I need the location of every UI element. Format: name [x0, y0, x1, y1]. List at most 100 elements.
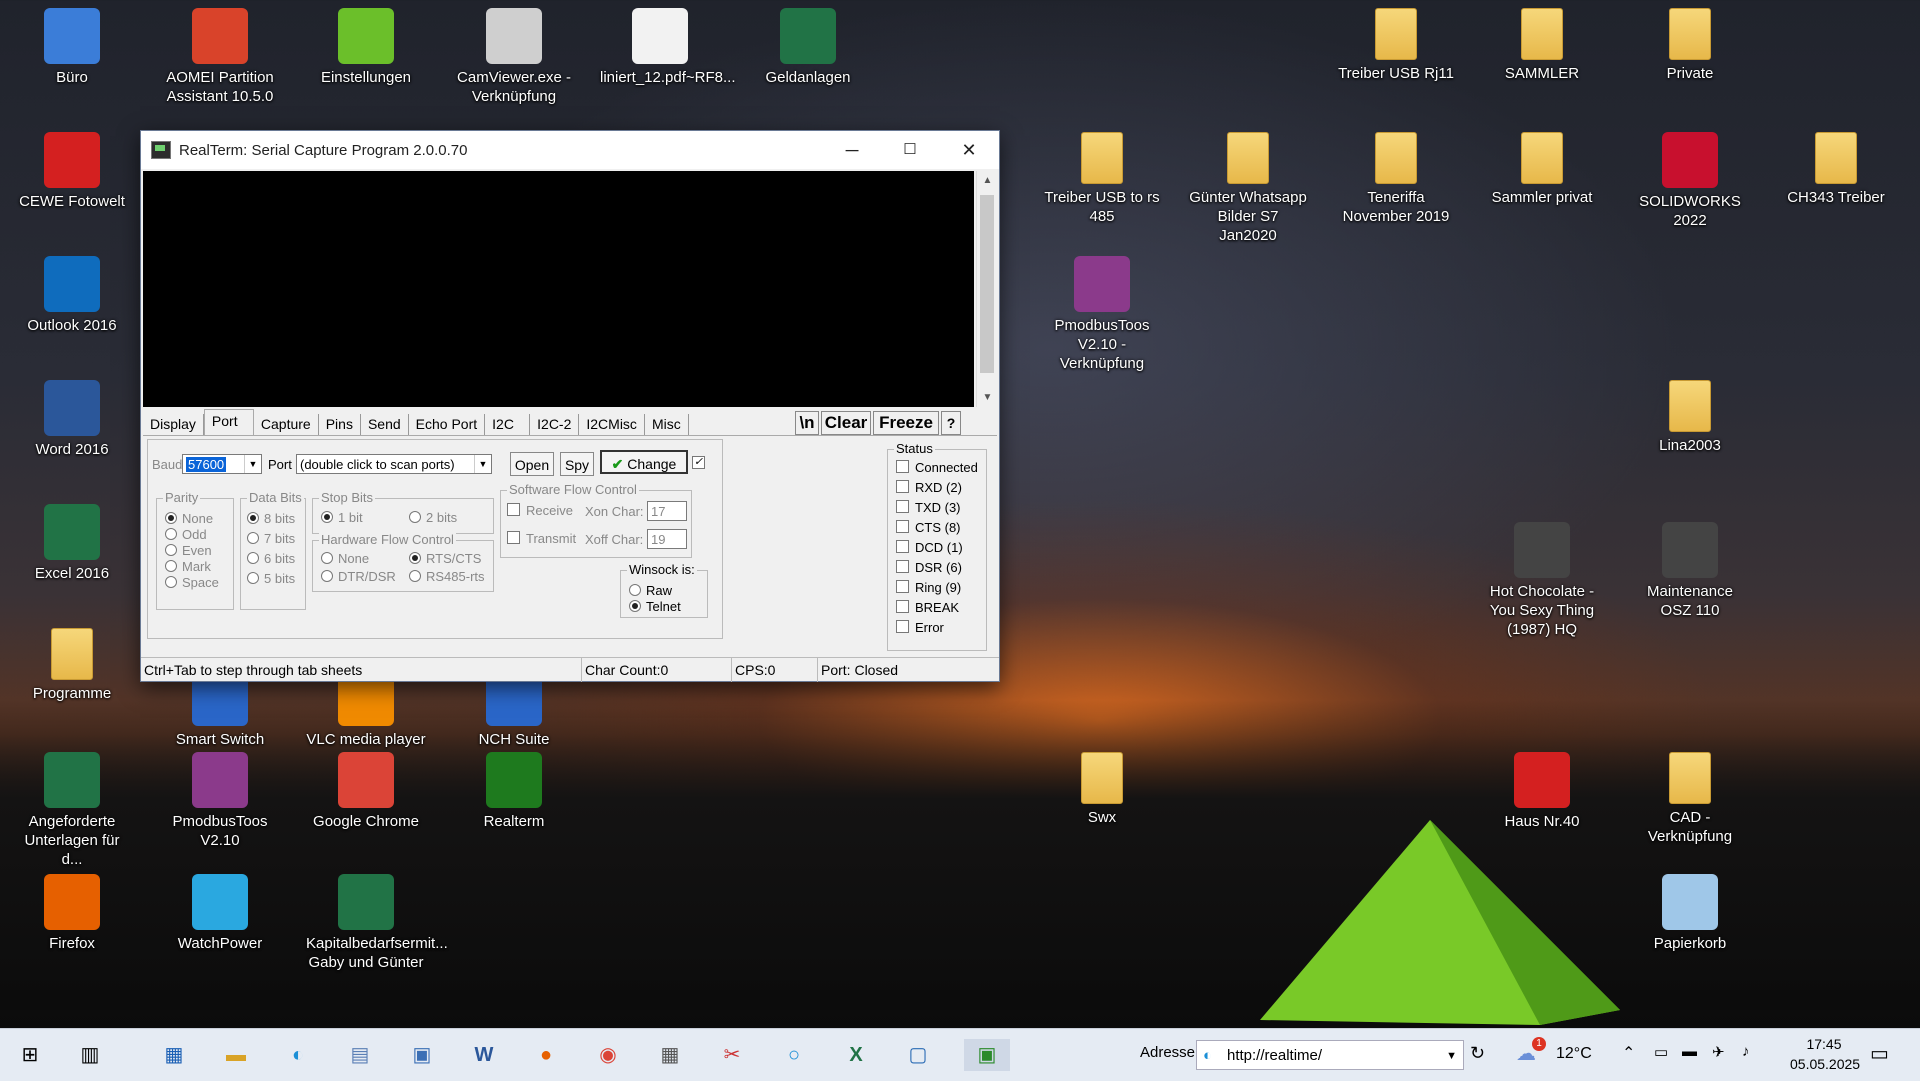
desktop-icon[interactable]: Google Chrome — [306, 752, 426, 831]
weather-temp[interactable]: 12°C — [1556, 1045, 1592, 1063]
tab-i2c[interactable]: I2C — [485, 414, 531, 435]
baud-combo[interactable]: 57600 ▼ — [182, 454, 262, 474]
desktop-icon[interactable]: Hot Chocolate - You Sexy Thing (1987) HQ — [1482, 522, 1602, 639]
desktop-icon[interactable]: CamViewer.exe - Verknüpfung — [454, 8, 574, 106]
desktop-icon[interactable]: Private — [1630, 8, 1750, 83]
stopbits-1-radio[interactable]: 1 bit — [321, 510, 363, 525]
realterm-taskbar-icon[interactable]: ▣ — [964, 1039, 1010, 1071]
window-app-icon[interactable]: ▢ — [902, 1039, 934, 1071]
tab-misc[interactable]: Misc — [645, 414, 689, 435]
change-checkbox[interactable]: ✓ — [692, 452, 711, 469]
battery-icon[interactable]: ▬ — [1682, 1043, 1697, 1060]
desktop-icon[interactable]: Haus Nr.40 — [1482, 752, 1602, 831]
excel-taskbar-icon[interactable]: X — [840, 1039, 872, 1071]
clock-time[interactable]: 17:45 — [1792, 1036, 1856, 1052]
desktop-icon[interactable]: Treiber USB to rs 485 — [1042, 132, 1162, 226]
databits-5-radio[interactable]: 5 bits — [247, 571, 295, 586]
tab-echo-port[interactable]: Echo Port — [409, 414, 486, 435]
xoff-input[interactable]: 19 — [647, 529, 687, 549]
chevron-down-icon[interactable]: ▼ — [474, 455, 491, 473]
winsock-raw-radio[interactable]: Raw — [629, 583, 672, 598]
receive-checkbox[interactable]: Receive — [507, 503, 573, 518]
databits-8-radio[interactable]: 8 bits — [247, 511, 295, 526]
desktop-icon[interactable]: Swx — [1042, 752, 1162, 827]
desktop-icon[interactable]: Sammler privat — [1482, 132, 1602, 207]
desktop-icon[interactable]: Büro — [12, 8, 132, 87]
databits-7-radio[interactable]: 7 bits — [247, 531, 295, 546]
desktop-icon[interactable]: Papierkorb — [1630, 874, 1750, 953]
tab-port[interactable]: Port — [203, 409, 254, 435]
tab-send[interactable]: Send — [361, 414, 409, 435]
stopbits-2-radio[interactable]: 2 bits — [409, 510, 457, 525]
desktop-icon[interactable]: Firefox — [12, 874, 132, 953]
close-button[interactable]: ✕ — [940, 131, 998, 169]
tab-i2c-2[interactable]: I2C-2 — [530, 414, 580, 435]
desktop-icon[interactable]: Treiber USB Rj11 — [1336, 8, 1456, 83]
address-input[interactable]: ◐ http://realtime/ ▼ — [1196, 1040, 1464, 1070]
desktop-icon[interactable]: CH343 Treiber — [1776, 132, 1896, 207]
volume-icon[interactable]: ♪ — [1742, 1043, 1750, 1060]
desktop-icon[interactable]: Günter Whatsapp Bilder S7 Jan2020 — [1188, 132, 1308, 245]
desktop-icon[interactable]: Geldanlagen — [748, 8, 868, 87]
freeze-button[interactable]: Freeze — [873, 411, 939, 435]
desktop-icon[interactable]: CAD - Verknüpfung — [1630, 752, 1750, 846]
tab-pins[interactable]: Pins — [319, 414, 361, 435]
desktop-icon[interactable]: Excel 2016 — [12, 504, 132, 583]
tab-i2cmisc[interactable]: I2CMisc — [579, 414, 645, 435]
chevron-down-icon[interactable]: ▼ — [1446, 1041, 1457, 1071]
snipping-tool-icon[interactable]: ✂ — [716, 1039, 748, 1071]
desktop-icon[interactable]: Kapitalbedarfsermit... Gaby und Günter — [306, 874, 448, 972]
word-taskbar-icon[interactable]: W — [468, 1039, 500, 1071]
spy-button[interactable]: Spy — [560, 452, 594, 476]
scroll-up-icon[interactable]: ▲ — [977, 175, 998, 186]
windows-start-icon[interactable]: ⊞ — [14, 1039, 46, 1071]
scroll-thumb[interactable] — [980, 195, 994, 373]
desktop-icon[interactable]: Realterm — [454, 752, 574, 831]
minimize-button[interactable]: ─ — [823, 131, 881, 169]
desktop-icon[interactable]: liniert_12.pdf~RF8... — [600, 8, 736, 87]
calculator-icon[interactable]: ▦ — [654, 1039, 686, 1071]
vertical-scrollbar[interactable]: ▲ ▼ — [976, 171, 998, 407]
hwflow-rtscts-radio[interactable]: RTS/CTS — [409, 551, 481, 566]
chevron-up-icon[interactable]: ⌃ — [1622, 1043, 1635, 1063]
parity-odd-radio[interactable]: Odd — [165, 527, 207, 542]
firefox-taskbar-icon[interactable]: ● — [530, 1039, 562, 1071]
port-combo[interactable]: (double click to scan ports) ▼ — [296, 454, 492, 474]
file-explorer-icon[interactable]: ▬ — [220, 1039, 252, 1071]
desktop-icon[interactable]: CEWE Fotowelt — [12, 132, 132, 211]
desktop-icon[interactable]: Teneriffa November 2019 — [1336, 132, 1456, 226]
hwflow-dtrdsr-radio[interactable]: DTR/DSR — [321, 569, 396, 584]
desktop-icon[interactable]: SAMMLER — [1482, 8, 1602, 83]
notification-icon[interactable]: ▭ — [1870, 1041, 1889, 1066]
desktop-icon[interactable]: WatchPower — [160, 874, 280, 953]
desktop-icon[interactable]: PmodbusToos V2.10 - Verknüpfung — [1042, 256, 1162, 373]
desktop-icon[interactable]: Word 2016 — [12, 380, 132, 459]
chevron-down-icon[interactable]: ▼ — [244, 455, 261, 473]
parity-even-radio[interactable]: Even — [165, 543, 212, 558]
desktop-icon[interactable]: Lina2003 — [1630, 380, 1750, 455]
tab-capture[interactable]: Capture — [254, 414, 319, 435]
desktop-icon[interactable]: SOLIDWORKS 2022 — [1630, 132, 1750, 230]
task-view-icon[interactable]: ▥ — [74, 1039, 106, 1071]
help-button[interactable]: ? — [941, 411, 961, 435]
clock-date[interactable]: 05.05.2025 — [1790, 1056, 1860, 1072]
network-app-icon[interactable]: ▤ — [344, 1039, 376, 1071]
cortana-icon[interactable]: ○ — [778, 1039, 810, 1071]
refresh-icon[interactable]: ↻ — [1470, 1043, 1485, 1064]
xon-input[interactable]: 17 — [647, 501, 687, 521]
hwflow-rs485-radio[interactable]: RS485-rts — [409, 569, 485, 584]
desktop-icon[interactable]: Einstellungen — [306, 8, 426, 87]
desktop-icon[interactable]: AOMEI Partition Assistant 10.5.0 — [160, 8, 280, 106]
desktop-icon[interactable]: Programme — [12, 628, 132, 703]
clear-button[interactable]: Clear — [821, 411, 871, 435]
control-panel-icon[interactable]: ▣ — [406, 1039, 438, 1071]
desktop-icon[interactable]: Outlook 2016 — [12, 256, 132, 335]
airplane-icon[interactable]: ✈ — [1712, 1043, 1725, 1061]
tab-display[interactable]: Display — [143, 414, 204, 435]
desktop-icon[interactable]: Maintenance OSZ 110 — [1630, 522, 1750, 620]
desktop-icon[interactable]: PmodbusToos V2.10 — [160, 752, 280, 850]
scroll-down-icon[interactable]: ▼ — [977, 392, 998, 403]
store-icon[interactable]: ▦ — [158, 1039, 190, 1071]
device-icon[interactable]: ▭ — [1654, 1043, 1668, 1061]
parity-mark-radio[interactable]: Mark — [165, 559, 211, 574]
